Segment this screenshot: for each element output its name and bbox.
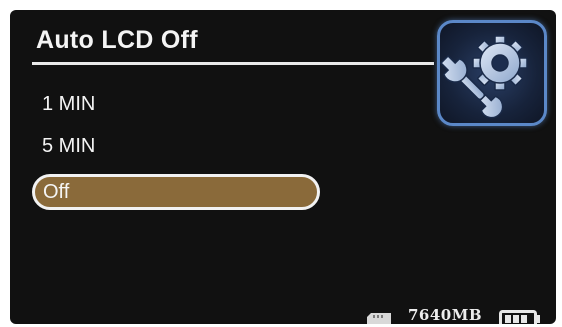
sd-card-icon <box>367 313 391 324</box>
page-title: Auto LCD Off <box>36 26 198 54</box>
battery-icon <box>499 310 540 324</box>
storage-remaining: 7640MB <box>408 306 483 324</box>
camera-menu-screen: Auto LCD Off 1 MIN 5 MIN Off 7640MB <box>10 10 556 324</box>
title-divider <box>32 62 434 65</box>
menu-item-1-min[interactable]: 1 MIN <box>32 86 320 122</box>
gear-wrench-icon <box>440 35 528 119</box>
menu-item-off[interactable]: Off <box>32 174 320 210</box>
menu-item-5-min[interactable]: 5 MIN <box>32 128 320 164</box>
settings-icon <box>437 20 547 126</box>
